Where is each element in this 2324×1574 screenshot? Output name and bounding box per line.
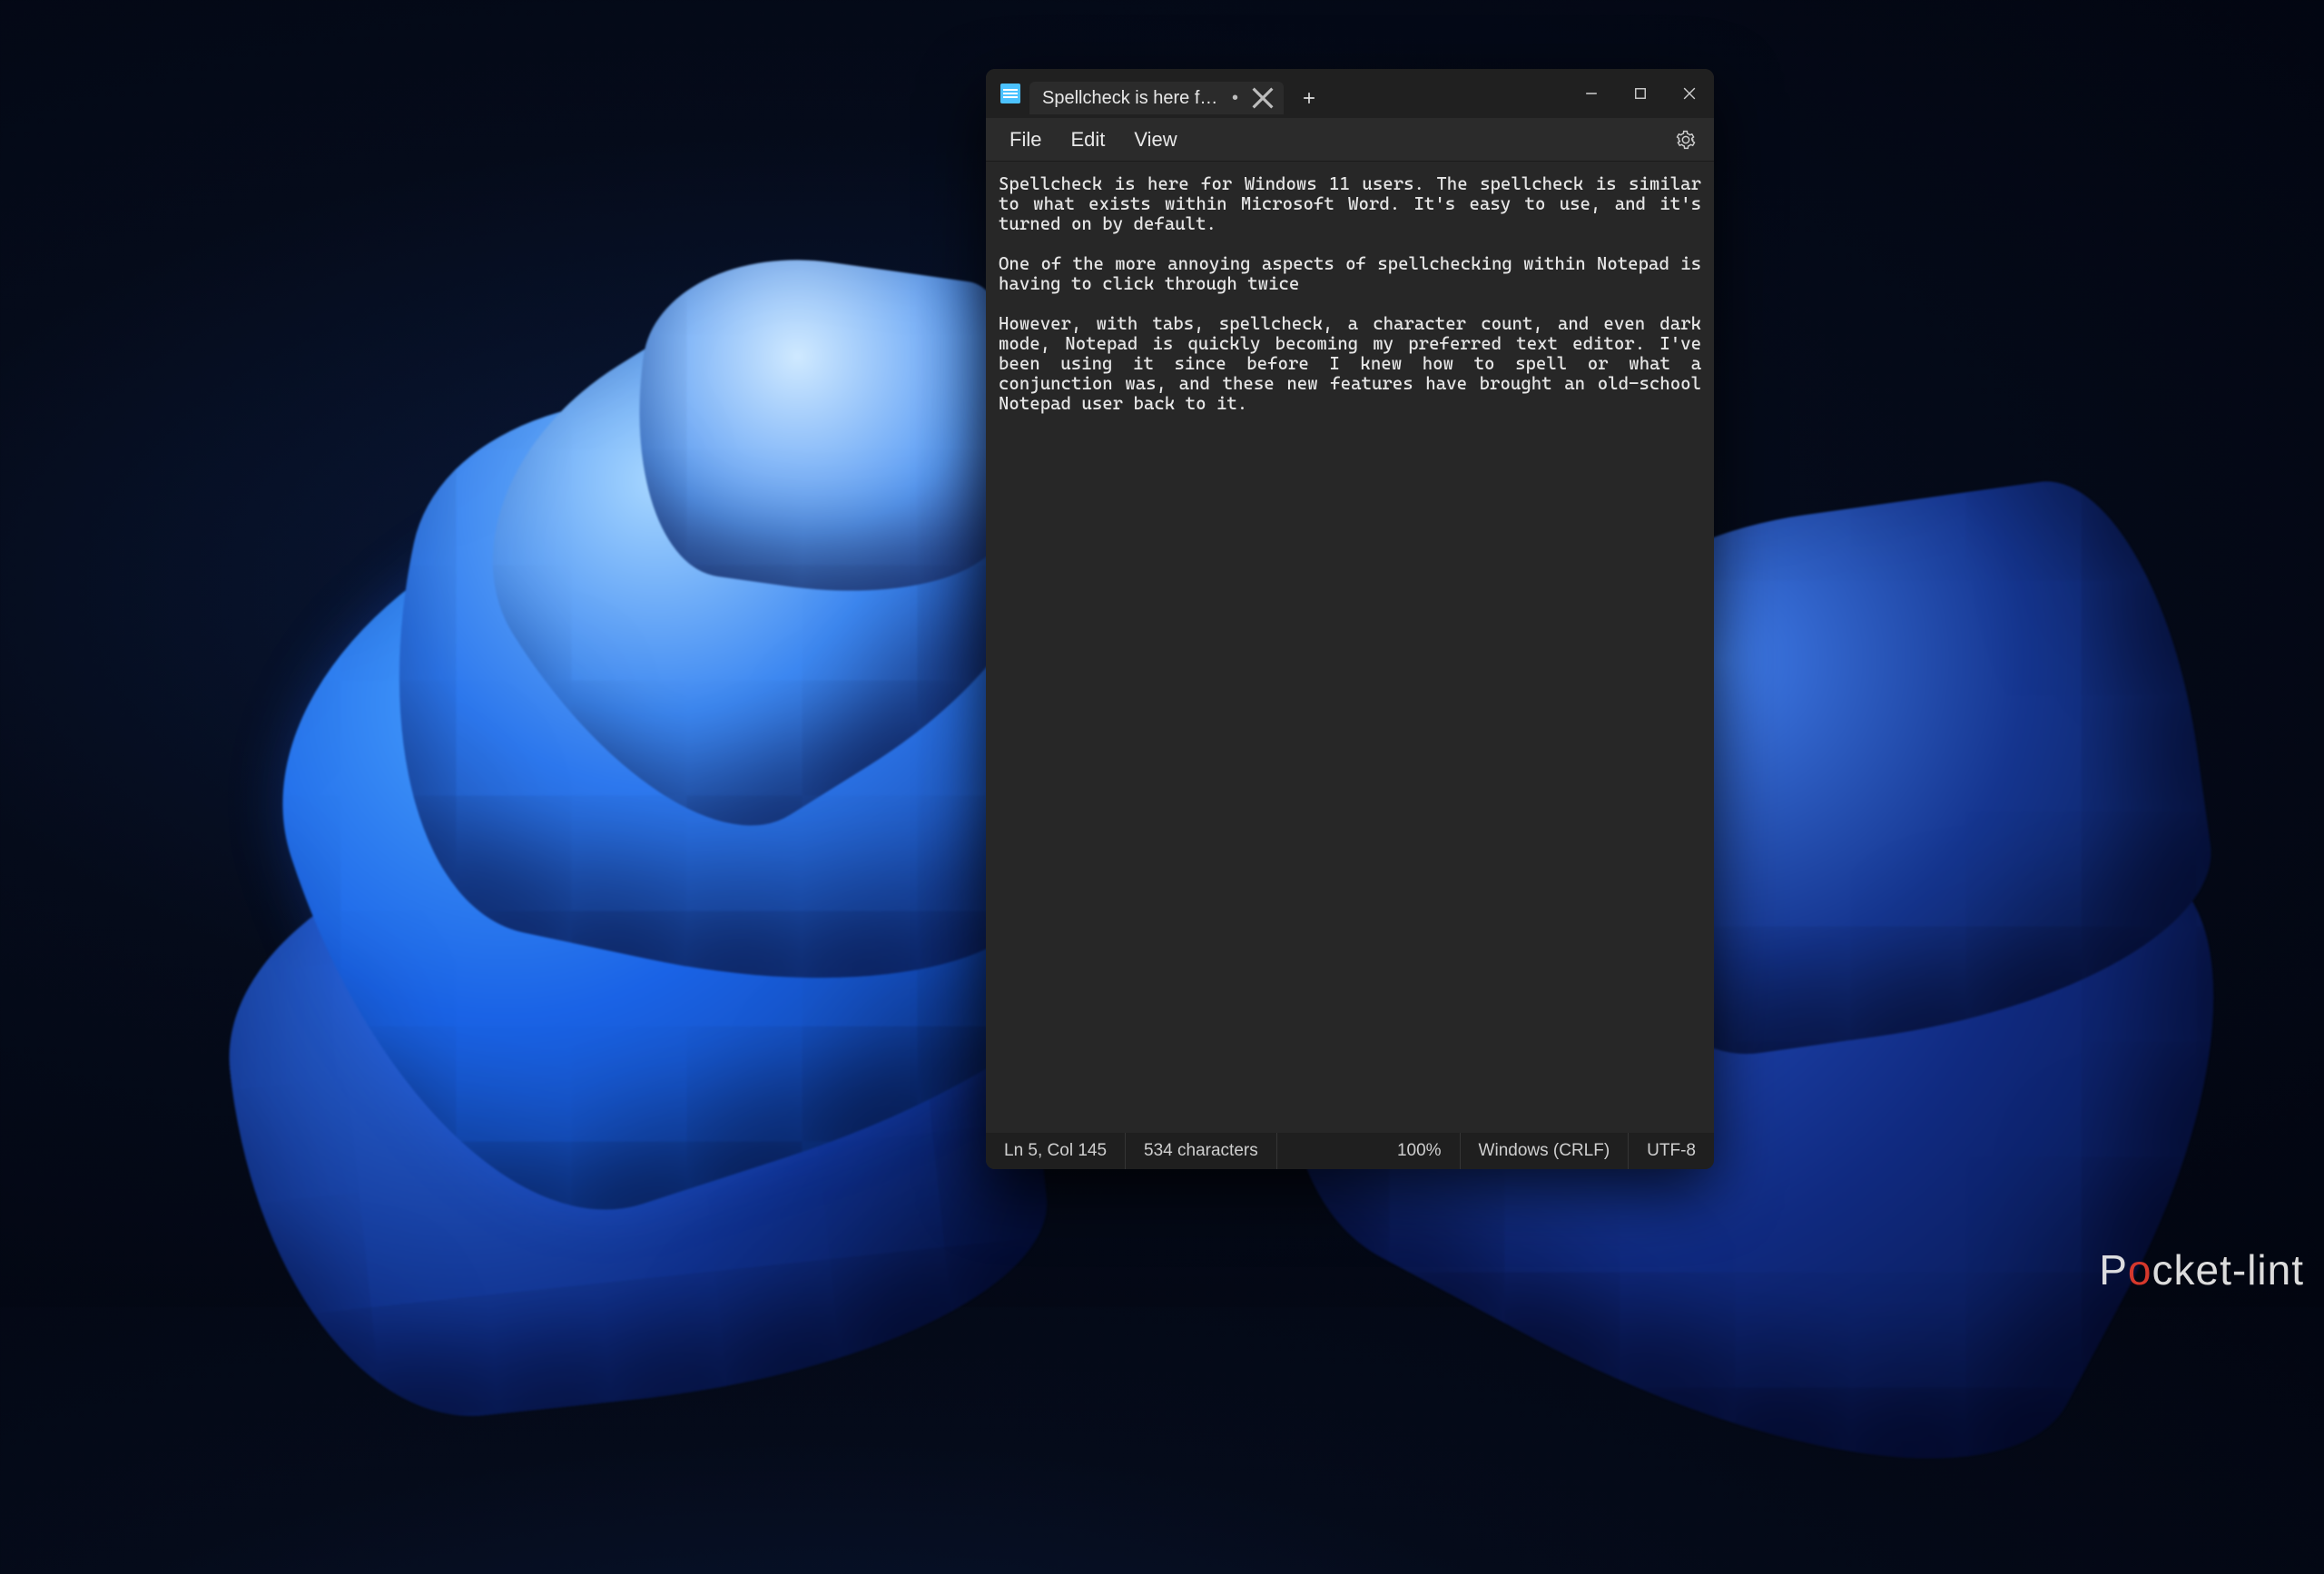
tab-close-button[interactable] [1251, 86, 1275, 110]
tab-modified-indicator-icon: • [1232, 88, 1238, 109]
window-controls [1567, 69, 1714, 118]
watermark-logo: Pocket-lint [2099, 1245, 2304, 1294]
gear-icon [1676, 130, 1696, 150]
minimize-icon [1585, 87, 1598, 100]
plus-icon [1303, 92, 1315, 104]
maximize-icon [1634, 87, 1647, 100]
statusbar: Ln 5, Col 145 534 characters 100% Window… [986, 1133, 1714, 1169]
titlebar[interactable]: Spellcheck is here for Windows 11 u • [986, 69, 1714, 118]
close-icon [1251, 86, 1275, 110]
status-cursor-position[interactable]: Ln 5, Col 145 [986, 1133, 1126, 1169]
close-window-button[interactable] [1665, 69, 1714, 118]
new-tab-button[interactable] [1289, 82, 1329, 114]
tab-title: Spellcheck is here for Windows 11 u [1042, 88, 1219, 109]
minimize-button[interactable] [1567, 69, 1616, 118]
menu-view[interactable]: View [1121, 123, 1189, 157]
settings-button[interactable] [1669, 123, 1703, 157]
notepad-app-icon [997, 80, 1024, 107]
status-character-count[interactable]: 534 characters [1126, 1133, 1277, 1169]
status-encoding[interactable]: UTF-8 [1629, 1133, 1714, 1169]
menu-edit[interactable]: Edit [1058, 123, 1118, 157]
menu-file[interactable]: File [997, 123, 1054, 157]
menubar: File Edit View [986, 118, 1714, 162]
close-icon [1683, 87, 1696, 100]
status-line-ending[interactable]: Windows (CRLF) [1461, 1133, 1630, 1169]
text-editor[interactable]: Spellcheck is here for Windows 11 users.… [986, 162, 1714, 1133]
document-tab[interactable]: Spellcheck is here for Windows 11 u • [1029, 82, 1284, 114]
notepad-window: Spellcheck is here for Windows 11 u • Fi… [986, 69, 1714, 1169]
status-zoom[interactable]: 100% [1379, 1133, 1461, 1169]
maximize-button[interactable] [1616, 69, 1665, 118]
